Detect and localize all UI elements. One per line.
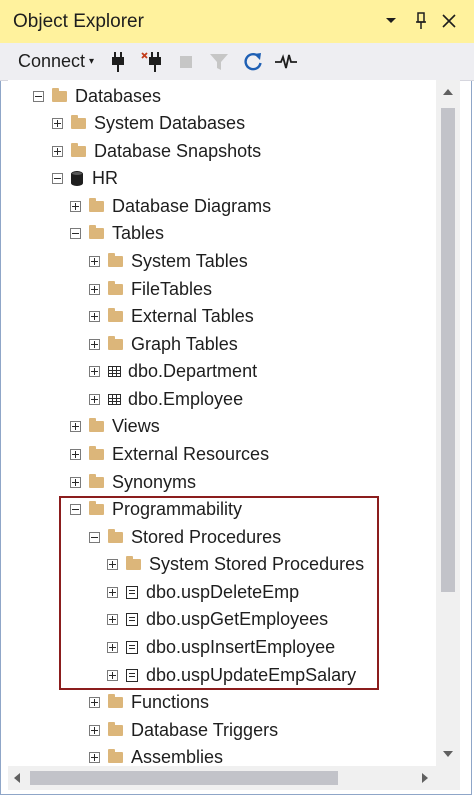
tree-node-tables[interactable]: Tables [70, 220, 164, 247]
table-icon [108, 394, 121, 405]
expand-icon[interactable] [89, 366, 100, 377]
expand-icon[interactable] [89, 311, 100, 322]
tree-node-label: Database Snapshots [94, 141, 262, 161]
horizontal-scrollbar[interactable] [8, 766, 460, 790]
tree-node-label: Database Diagrams [112, 196, 272, 216]
tree-node-label: dbo.Employee [128, 389, 244, 409]
tree-node-label: HR [92, 168, 118, 188]
programmability-highlight-box [59, 496, 379, 690]
collapse-icon[interactable] [70, 228, 81, 239]
window-title: Object Explorer [13, 11, 144, 32]
expand-icon[interactable] [89, 725, 100, 736]
expand-icon[interactable] [70, 421, 81, 432]
activity-monitor-icon[interactable] [274, 50, 298, 74]
tree-node-external-resources[interactable]: External Resources [70, 441, 269, 468]
vertical-scrollbar[interactable] [436, 80, 460, 766]
folder-icon [108, 253, 123, 267]
tree-node-label: Tables [112, 223, 165, 243]
scroll-right-icon[interactable] [422, 773, 428, 786]
folder-icon [89, 418, 104, 432]
tree-node-label: External Resources [112, 444, 270, 464]
expand-icon[interactable] [52, 146, 63, 157]
expand-icon[interactable] [89, 339, 100, 350]
expand-icon[interactable] [89, 697, 100, 708]
tree-node-label: Functions [131, 692, 210, 712]
tree-node-external-tables[interactable]: External Tables [89, 303, 254, 330]
tree-node-label: Databases [75, 86, 162, 106]
tree-node-label: dbo.Department [128, 361, 258, 381]
tree-node-database-triggers[interactable]: Database Triggers [89, 717, 278, 744]
horizontal-scroll-thumb[interactable] [30, 771, 338, 785]
tree-node-databases[interactable]: Databases [33, 83, 161, 110]
close-icon[interactable] [438, 10, 460, 32]
tree-node-views[interactable]: Views [70, 413, 160, 440]
tree-node-hr[interactable]: HR [52, 165, 118, 192]
tree-node-dbo-department[interactable]: dbo.Department [89, 358, 257, 385]
tree-node-label: Assemblies [131, 747, 224, 766]
disconnect-plug-icon[interactable] [140, 50, 164, 74]
tree-node-assemblies[interactable]: Assemblies [89, 744, 223, 766]
folder-icon [71, 115, 86, 129]
refresh-icon[interactable] [241, 50, 265, 74]
scroll-down-icon[interactable] [443, 748, 453, 760]
scroll-left-icon[interactable] [14, 773, 20, 786]
folder-icon [108, 308, 123, 322]
tree-node-dbo-employee[interactable]: dbo.Employee [89, 386, 243, 413]
filter-icon[interactable] [207, 50, 231, 74]
expand-icon[interactable] [89, 752, 100, 763]
tree-node-functions[interactable]: Functions [89, 689, 209, 716]
tree-node-graph-tables[interactable]: Graph Tables [89, 331, 238, 358]
database-icon [71, 171, 83, 186]
collapse-icon[interactable] [52, 173, 63, 184]
folder-icon [108, 336, 123, 350]
table-icon [108, 366, 121, 377]
connect-dropdown-icon[interactable]: ▾ [89, 56, 94, 67]
scrollbar-corner [436, 766, 460, 790]
tree-node-label: Synonyms [112, 472, 197, 492]
folder-icon [89, 225, 104, 239]
tree-node-label: FileTables [131, 279, 213, 299]
tree-node-database-snapshots[interactable]: Database Snapshots [52, 138, 261, 165]
tree-node-label: Views [112, 416, 160, 436]
tree-node-label: External Tables [131, 306, 254, 326]
tree-node-system-tables[interactable]: System Tables [89, 248, 248, 275]
expand-icon[interactable] [89, 284, 100, 295]
stop-icon[interactable] [174, 50, 198, 74]
scroll-up-icon[interactable] [443, 86, 453, 98]
folder-icon [71, 143, 86, 157]
folder-icon [89, 446, 104, 460]
folder-icon [108, 694, 123, 708]
folder-icon [52, 88, 67, 102]
expand-icon[interactable] [52, 118, 63, 129]
collapse-icon[interactable] [33, 91, 44, 102]
tree-node-filetables[interactable]: FileTables [89, 276, 212, 303]
tree-node-synonyms[interactable]: Synonyms [70, 469, 196, 496]
folder-icon [89, 474, 104, 488]
tree-node-database-diagrams[interactable]: Database Diagrams [70, 193, 271, 220]
window-menu-dropdown-icon[interactable] [380, 10, 402, 32]
expand-icon[interactable] [70, 201, 81, 212]
tree-node-label: System Tables [131, 251, 248, 271]
connect-label: Connect [18, 51, 86, 71]
connect-plug-icon[interactable] [106, 50, 130, 74]
folder-icon [108, 281, 123, 295]
folder-icon [108, 722, 123, 736]
vertical-scroll-thumb[interactable] [441, 108, 455, 592]
tree-node-system-databases[interactable]: System Databases [52, 110, 245, 137]
toolbar: Connect ▾ [0, 43, 474, 81]
connect-button[interactable]: Connect ▾ [18, 51, 94, 72]
expand-icon[interactable] [89, 256, 100, 267]
tree-node-label: Database Triggers [131, 720, 279, 740]
folder-icon [108, 749, 123, 763]
pin-icon[interactable] [410, 10, 432, 32]
expand-icon[interactable] [89, 394, 100, 405]
folder-icon [89, 198, 104, 212]
expand-icon[interactable] [70, 477, 81, 488]
title-bar: Object Explorer [0, 0, 474, 44]
expand-icon[interactable] [70, 449, 81, 460]
tree-node-label: System Databases [94, 113, 246, 133]
tree-node-label: Graph Tables [131, 334, 238, 354]
